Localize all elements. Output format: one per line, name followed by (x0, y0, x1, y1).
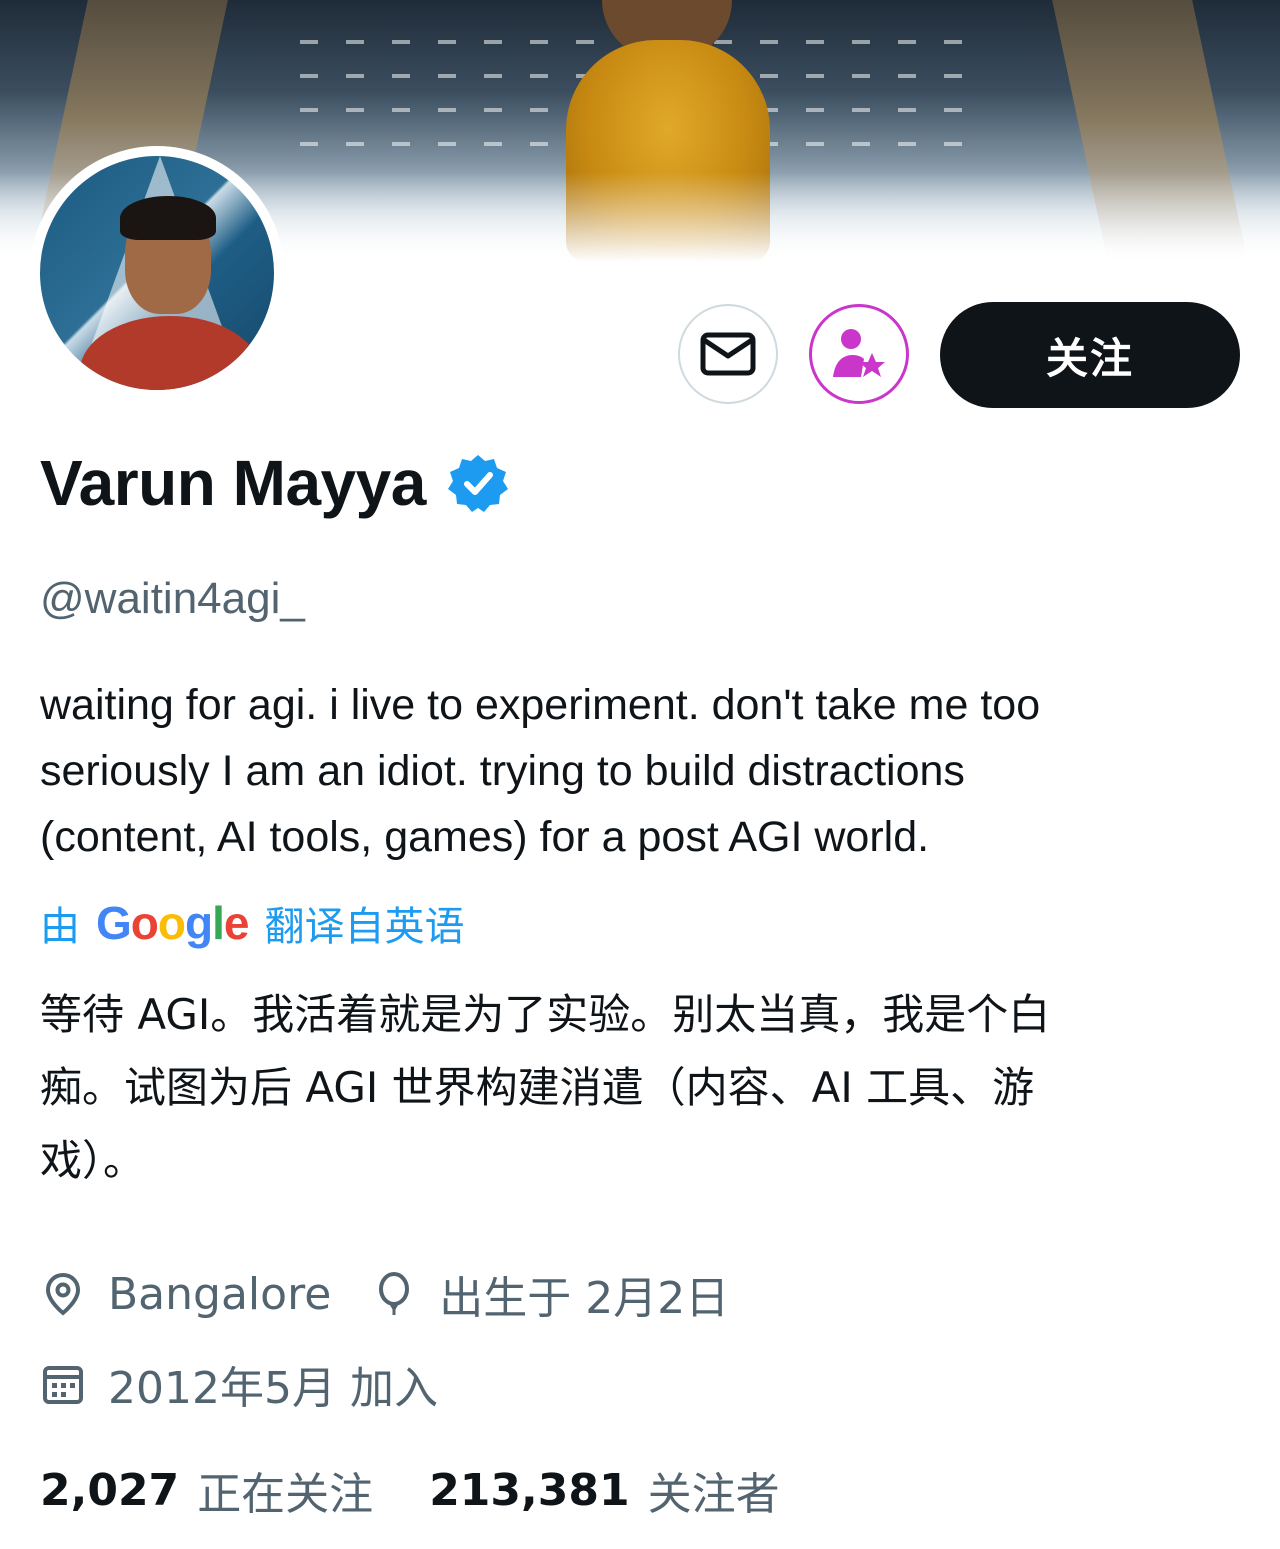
display-name: Varun Mayya (40, 447, 426, 519)
avatar-hair (120, 196, 216, 240)
bio-text: waiting for agi. i live to experiment. d… (40, 681, 1041, 861)
bio-translated-text: 等待 AGI。我活着就是为了实验。别太当真，我是个白 痴。试图为后 AGI 世界… (40, 990, 1051, 1185)
avatar[interactable] (30, 146, 284, 400)
translation-suffix: 翻译自英语 (264, 904, 465, 950)
birthday-text: 出生于 2月2日 (439, 1273, 730, 1324)
verified-badge-icon[interactable] (447, 453, 508, 513)
followers-label: 关注者 (647, 1469, 780, 1520)
person-star-icon (833, 329, 885, 377)
envelope-icon (700, 332, 756, 376)
translation-prefix: 由 (40, 904, 80, 950)
subscribe-button[interactable] (809, 304, 909, 404)
location-text: Bangalore (108, 1268, 332, 1320)
avatar-image (40, 156, 274, 390)
translation-note[interactable]: 由 Google 翻译自英语 (40, 894, 464, 952)
message-button[interactable] (678, 304, 778, 404)
following-link[interactable]: 2,027 正在关注 (40, 1458, 373, 1522)
followers-count: 213,381 (429, 1464, 630, 1516)
followers-link[interactable]: 213,381 关注者 (429, 1458, 779, 1522)
google-logo: Google (96, 897, 249, 949)
location-pin-icon (45, 1272, 81, 1316)
profile-meta-row-2: 2012年5月 加入 (40, 1352, 438, 1416)
user-handle: @waitin4agi_ (40, 574, 305, 623)
calendar-icon (43, 1366, 83, 1404)
following-count: 2,027 (40, 1464, 180, 1516)
profile-meta-row-1: Bangalore 出生于 2月2日 (40, 1262, 729, 1326)
name-row: Varun Mayya (40, 446, 508, 520)
balloon-icon (379, 1272, 410, 1315)
following-label: 正在关注 (197, 1469, 374, 1520)
joined-text: 2012年5月 加入 (108, 1363, 438, 1414)
follow-stats: 2,027 正在关注 213,381 关注者 (40, 1458, 780, 1522)
follow-button[interactable]: 关注 (940, 302, 1240, 408)
